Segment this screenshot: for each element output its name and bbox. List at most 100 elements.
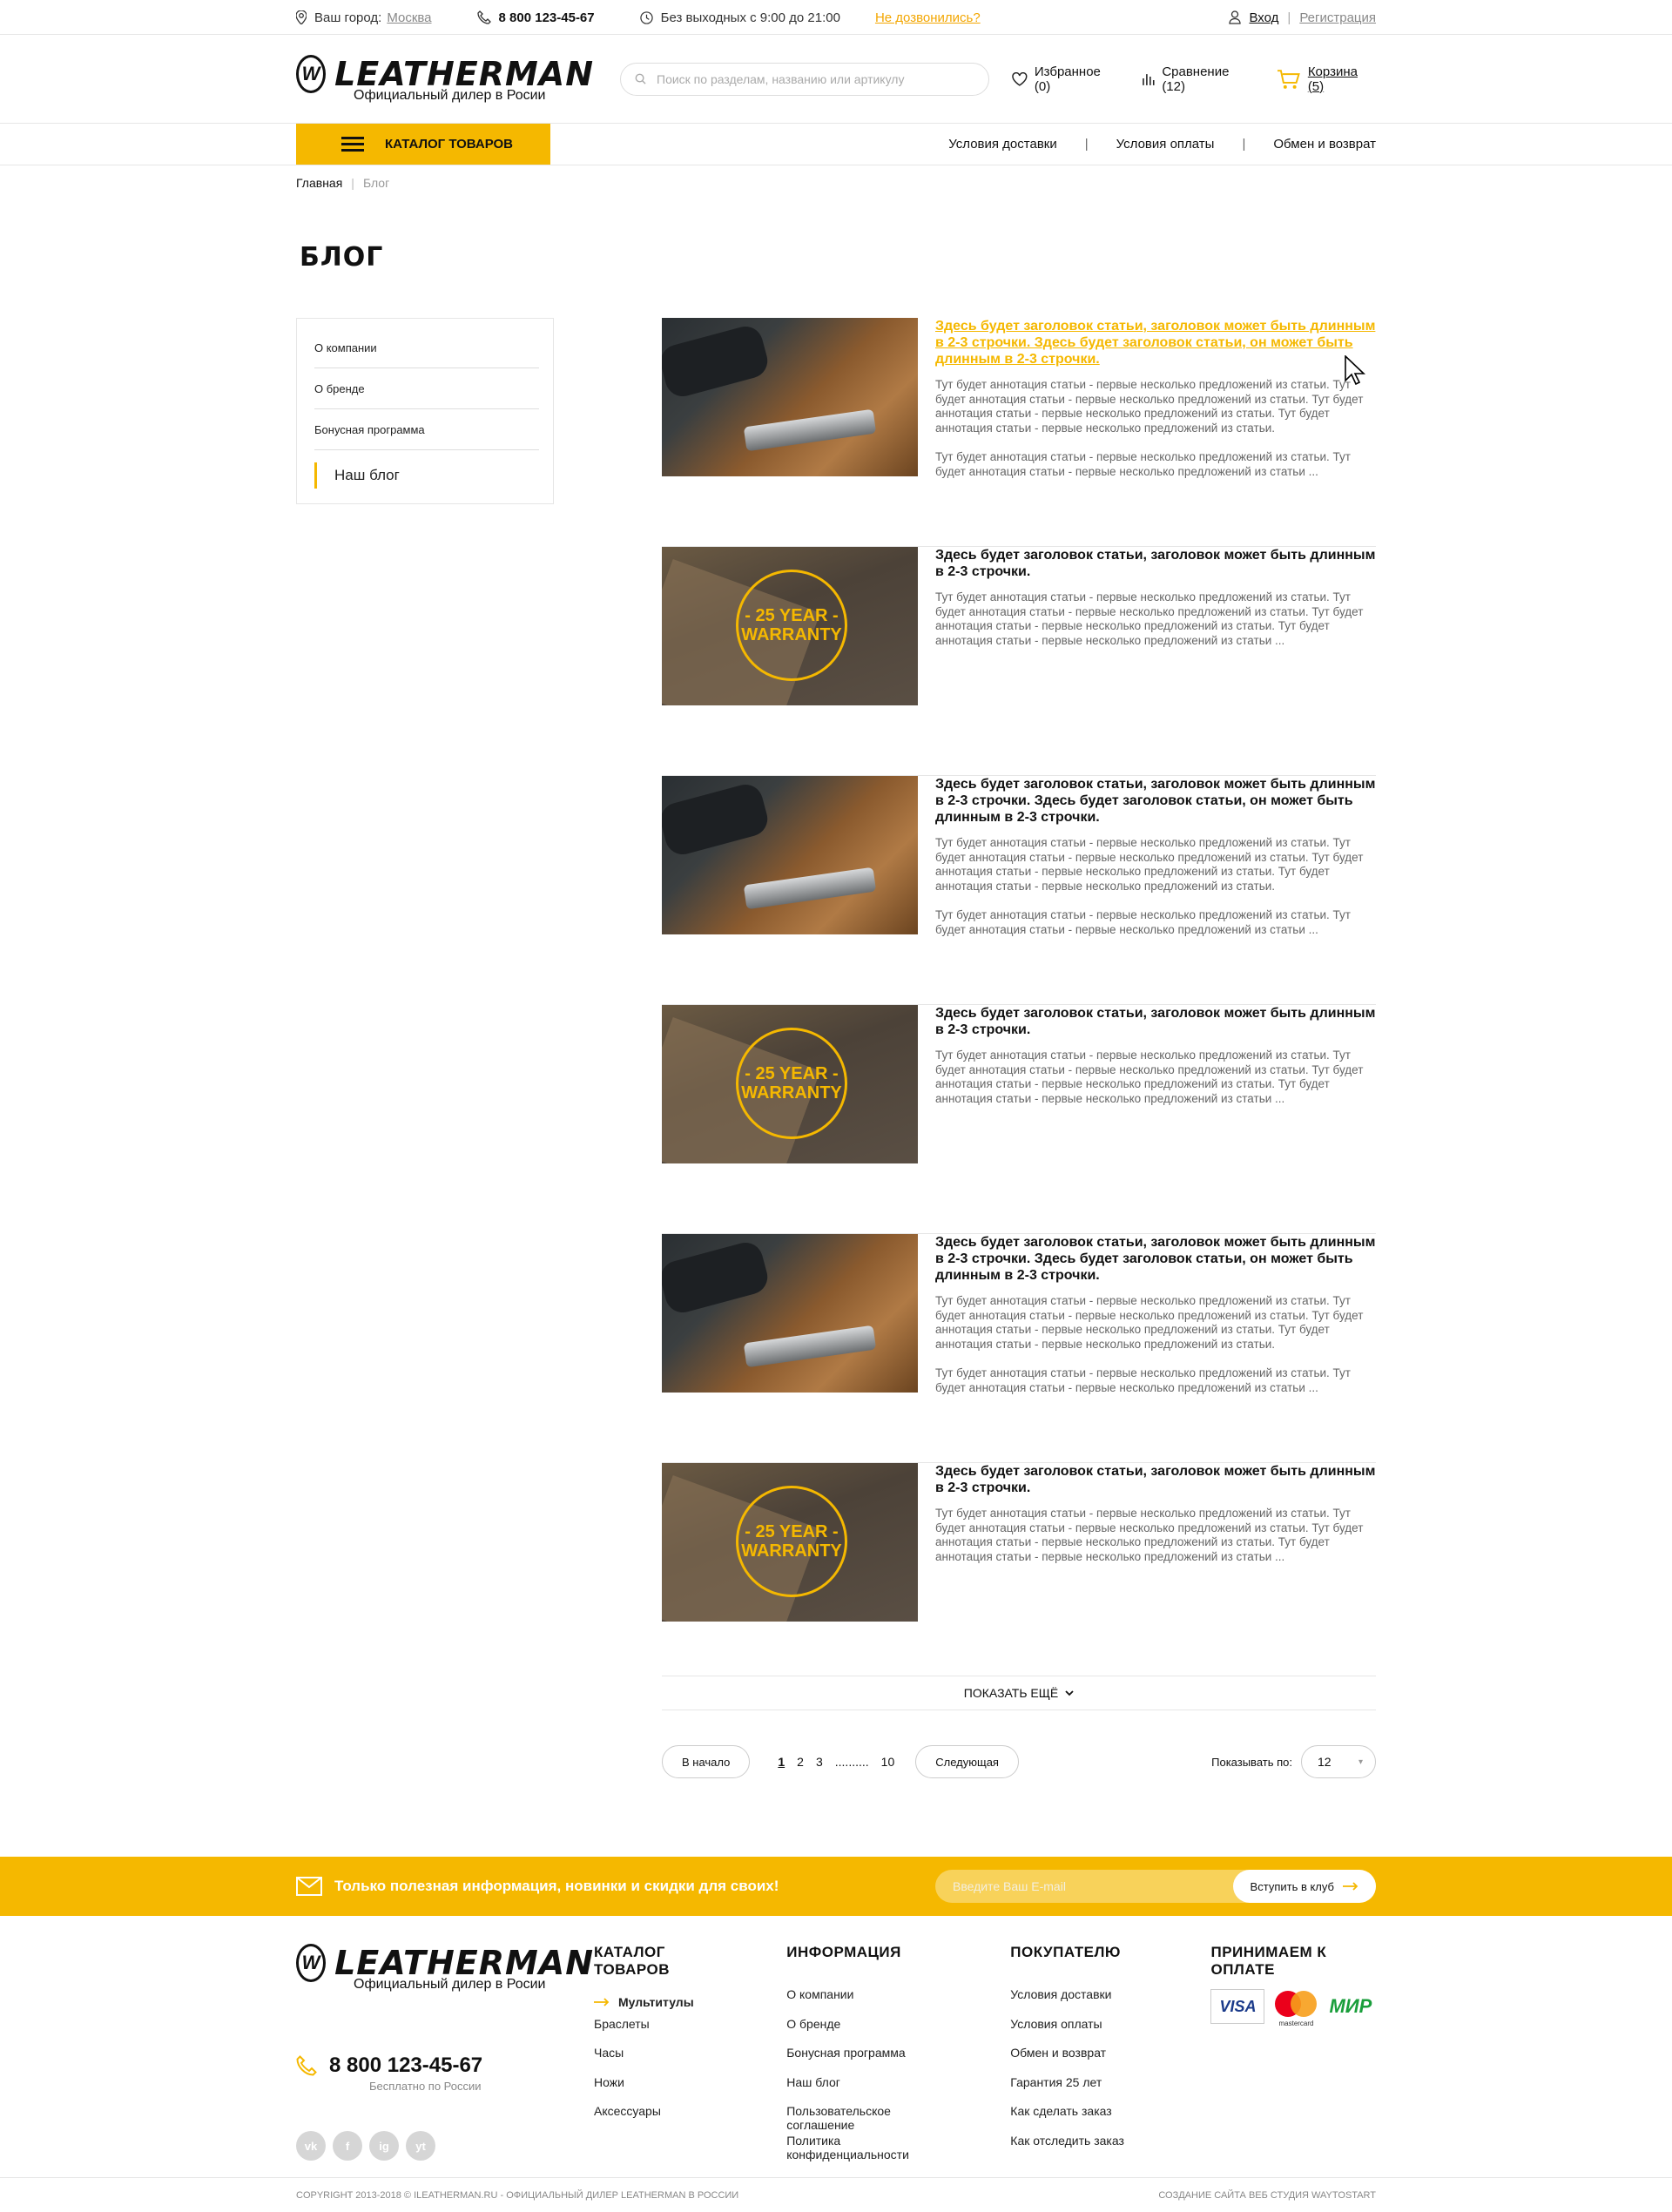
chevron-down-icon: ▾ <box>1358 1757 1363 1767</box>
footer-link[interactable]: Бонусная программа <box>786 2046 958 2075</box>
catalog-label: КАТАЛОГ ТОВАРОВ <box>385 137 514 152</box>
favorites-button[interactable]: Избранное (0) <box>1012 64 1118 94</box>
nav-returns[interactable]: Обмен и возврат <box>1273 137 1376 152</box>
phone-icon <box>476 10 491 24</box>
footer-link[interactable]: Условия оплаты <box>1010 2017 1158 2047</box>
footer-link[interactable]: Обмен и возврат <box>1010 2046 1158 2075</box>
footer-link-knives[interactable]: Ножи <box>594 2075 734 2105</box>
article-excerpt: Тут будет аннотация статьи - первые неск… <box>935 1507 1364 1563</box>
cart-icon <box>1278 69 1301 89</box>
newsletter-text: Только полезная информация, новинки и ск… <box>334 1878 779 1894</box>
phone-icon <box>296 2055 317 2076</box>
article-image[interactable]: - 25 YEAR - WARRANTY <box>662 1463 918 1622</box>
page-link[interactable]: 2 <box>797 1755 804 1769</box>
favorites-label: Избранное (0) <box>1034 64 1101 94</box>
nav-delivery[interactable]: Условия доставки <box>948 137 1056 152</box>
footer-link[interactable]: Наш блог <box>786 2075 958 2105</box>
page-title: БЛОГ <box>300 242 384 273</box>
footer-link[interactable]: Как сделать заказ <box>1010 2104 1158 2134</box>
article-title[interactable]: Здесь будет заголовок статьи, заголовок … <box>935 1005 1379 1038</box>
next-page-button[interactable]: Следующая <box>915 1745 1019 1778</box>
page-link[interactable]: 1 <box>778 1755 785 1769</box>
article-title[interactable]: Здесь будет заголовок статьи, заголовок … <box>935 318 1379 368</box>
article-image[interactable] <box>662 318 918 476</box>
footer-catalog-heading: КАТАЛОГ ТОВАРОВ <box>594 1944 671 1978</box>
logo-wordmark: LEATHERMAN <box>334 1944 594 1982</box>
login-link[interactable]: Вход <box>1249 10 1278 25</box>
footer-link[interactable]: Как отследить заказ <box>1010 2134 1158 2163</box>
article-card[interactable]: Здесь будет заголовок статьи, заголовок … <box>662 776 1376 1005</box>
subscribe-button[interactable]: Вступить в клуб <box>1232 1870 1376 1903</box>
top-phone[interactable]: 8 800 123-45-67 <box>499 10 595 25</box>
footer-link[interactable]: Пользовательское соглашение <box>786 2104 958 2134</box>
article-excerpt: Тут будет аннотация статьи - первые неск… <box>935 1049 1364 1105</box>
facebook-icon[interactable]: f <box>333 2131 362 2161</box>
mastercard-icon: mastercard <box>1275 1989 1320 2027</box>
first-page-button[interactable]: В начало <box>662 1745 751 1778</box>
phone-block[interactable]: 8 800 123-45-67 <box>476 10 595 25</box>
footer-link-bracelets[interactable]: Браслеты <box>594 2017 734 2047</box>
page-link[interactable]: 10 <box>881 1755 895 1769</box>
article-card[interactable]: - 25 YEAR - WARRANTY Здесь будет заголово… <box>662 1463 1376 1676</box>
footer-link[interactable]: О компании <box>786 1987 958 2017</box>
footer-link[interactable]: О бренде <box>786 2017 958 2047</box>
per-page-select[interactable]: 12 ▾ <box>1301 1745 1376 1778</box>
email-field[interactable]: Введите Ваш E-mail Вступить в клуб <box>935 1870 1376 1903</box>
cart-label: Корзина (5) <box>1307 64 1358 94</box>
sidebar-item-bonus[interactable]: Бонусная программа <box>314 409 539 450</box>
article-image[interactable] <box>662 776 918 934</box>
per-page-label: Показывать по: <box>1211 1755 1292 1769</box>
register-link[interactable]: Регистрация <box>1299 10 1376 25</box>
vk-icon[interactable]: vk <box>296 2131 326 2161</box>
article-card[interactable]: Здесь будет заголовок статьи, заголовок … <box>662 1234 1376 1463</box>
article-title[interactable]: Здесь будет заголовок статьи, заголовок … <box>935 776 1379 826</box>
article-image[interactable]: - 25 YEAR - WARRANTY <box>662 1005 918 1163</box>
footer-link[interactable]: Гарантия 25 лет <box>1010 2075 1158 2105</box>
city-selector[interactable]: Ваш город: Москва <box>296 10 432 25</box>
article-card[interactable]: Здесь будет заголовок статьи, заголовок … <box>662 318 1376 547</box>
divider: | <box>1287 10 1291 25</box>
search-input[interactable]: Поиск по разделам, названию или артикулу <box>620 62 990 96</box>
logo-subtitle: Официальный дилер в Росии <box>354 87 546 103</box>
logo-wordmark: LEATHERMAN <box>334 54 594 93</box>
top-bar: Ваш город: Москва 8 800 123-45-67 Без вы… <box>0 0 1672 35</box>
sidebar-item-blog[interactable]: Наш блог <box>314 462 539 489</box>
footer-link-accessories[interactable]: Аксессуары <box>594 2104 734 2134</box>
article-image[interactable] <box>662 1234 918 1393</box>
city-link[interactable]: Москва <box>387 10 431 25</box>
cart-button[interactable]: Корзина (5) <box>1277 64 1376 94</box>
article-card[interactable]: - 25 YEAR - WARRANTY Здесь будет заголово… <box>662 1005 1376 1234</box>
studio-link[interactable]: СОЗДАНИЕ САЙТА ВЕБ СТУДИЯ WAYTOSTART <box>1158 2190 1376 2201</box>
footer-phone[interactable]: 8 800 123-45-67 <box>296 2054 594 2078</box>
instagram-icon[interactable]: ig <box>369 2131 399 2161</box>
callback-link[interactable]: Не дозвонились? <box>875 10 981 25</box>
footer-link-watches[interactable]: Часы <box>594 2046 734 2075</box>
article-title[interactable]: Здесь будет заголовок статьи, заголовок … <box>935 547 1379 580</box>
copyright-text: COPYRIGHT 2013-2018 © ILEATHERMAN.RU - О… <box>296 2189 739 2201</box>
breadcrumb-home[interactable]: Главная <box>296 176 342 190</box>
article-title[interactable]: Здесь будет заголовок статьи, заголовок … <box>935 1463 1379 1496</box>
mir-icon: МИР <box>1329 1995 1372 2017</box>
compare-button[interactable]: Сравнение (12) <box>1142 64 1255 94</box>
footer-link[interactable]: Политика конфиденциальности <box>786 2134 958 2163</box>
logo[interactable]: W LEATHERMAN Официальный дилер в Росии <box>296 54 594 104</box>
main-nav: КАТАЛОГ ТОВАРОВ Условия доставки | Услов… <box>0 124 1672 165</box>
footer-link[interactable]: Условия доставки <box>1010 1987 1158 2017</box>
sidebar-item-company[interactable]: О компании <box>314 327 539 368</box>
warranty-badge: - 25 YEAR - WARRANTY <box>736 570 847 681</box>
sidebar-item-brand[interactable]: О бренде <box>314 368 539 409</box>
page-link[interactable]: 3 <box>816 1755 823 1769</box>
nav-payment[interactable]: Условия оплаты <box>1116 137 1215 152</box>
article-card[interactable]: - 25 YEAR - WARRANTY Здесь будет заголово… <box>662 547 1376 776</box>
youtube-icon[interactable]: yt <box>406 2131 435 2161</box>
heart-icon <box>1012 71 1028 86</box>
search-placeholder: Поиск по разделам, названию или артикулу <box>657 71 905 86</box>
show-more-button[interactable]: ПОКАЗАТЬ ЕЩЁ <box>662 1676 1376 1710</box>
article-excerpt: Тут будет аннотация статьи - первые неск… <box>935 590 1364 647</box>
article-image[interactable]: - 25 YEAR - WARRANTY <box>662 547 918 705</box>
location-pin-icon <box>296 10 307 24</box>
catalog-button[interactable]: КАТАЛОГ ТОВАРОВ <box>296 124 550 165</box>
footer-logo[interactable]: W LEATHERMAN Официальный дилер в Росии <box>296 1944 594 1993</box>
article-title[interactable]: Здесь будет заголовок статьи, заголовок … <box>935 1234 1379 1284</box>
footer-link-multitools[interactable]: Мультитулы <box>594 1987 734 2017</box>
